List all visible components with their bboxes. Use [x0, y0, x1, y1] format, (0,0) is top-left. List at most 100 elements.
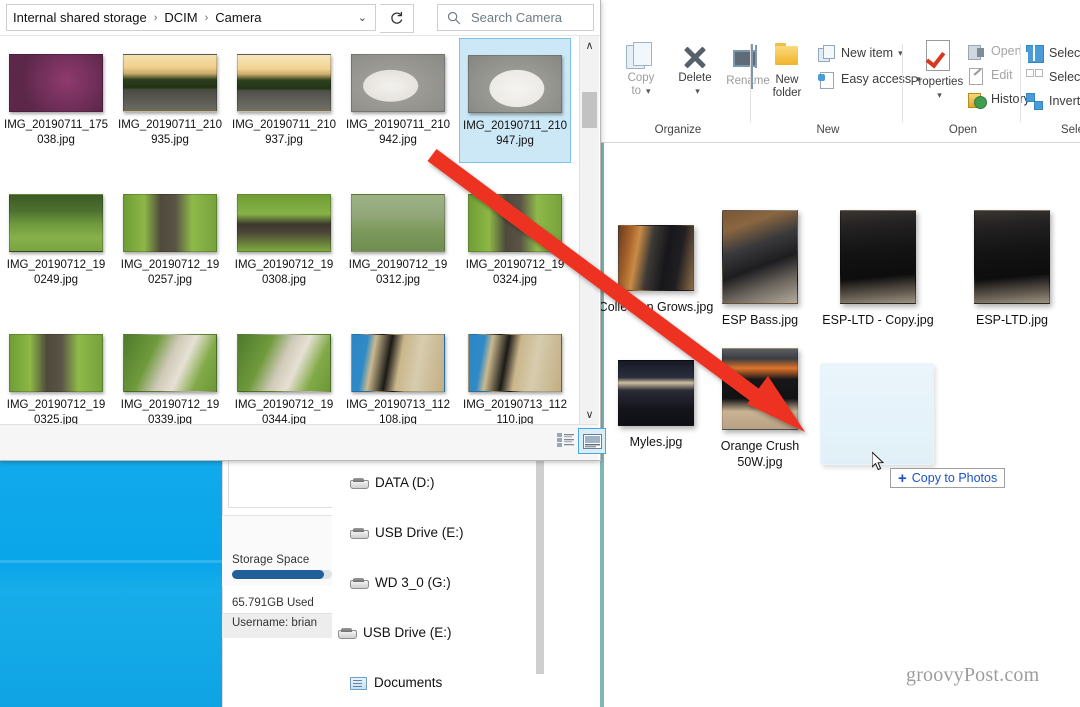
select-all-label: Select [1049, 46, 1080, 60]
ribbon-group-open: Properties ▾ Open ▾ Edit History Open [906, 38, 1031, 138]
file-item[interactable]: IMG_20190711_210947.jpg [459, 38, 571, 163]
file-item[interactable]: IMG_20190712_190339.jpg [114, 318, 226, 424]
large-icons-view-button[interactable] [578, 428, 606, 454]
ribbon-tab-strip [600, 0, 1080, 36]
nav-tree-item[interactable]: USB Drive (E:) [332, 520, 542, 545]
file-grid-scrollbar[interactable]: ∧ ∨ [579, 36, 599, 424]
search-box[interactable]: Search Camera [437, 4, 594, 31]
details-view-button[interactable] [552, 428, 578, 452]
thumbnail-image [351, 54, 445, 112]
right-file-item[interactable]: Collection Grows.jpg [596, 225, 716, 315]
breadcrumb-separator-1: › [204, 11, 209, 24]
file-name-label: IMG_20190712_190325.jpg [6, 399, 106, 424]
easy-access-icon [818, 71, 835, 89]
delete-caret-icon[interactable]: ▾ [695, 85, 700, 98]
history-icon [968, 91, 987, 109]
file-name-label: IMG_20190712_190339.jpg [120, 399, 220, 424]
copy-to-caret-icon[interactable]: ▾ [646, 86, 651, 96]
storage-progress-fill [232, 570, 324, 579]
ribbon-divider [750, 44, 751, 122]
select-none-label: Select [1049, 70, 1080, 84]
select-all-button[interactable]: Select [1026, 42, 1080, 64]
thumbnail-image [9, 54, 103, 112]
scroll-up-arrow-icon[interactable]: ∧ [580, 36, 599, 55]
scroll-down-arrow-icon[interactable]: ∨ [580, 405, 599, 424]
right-file-name-label: ESP-LTD.jpg [975, 313, 1048, 327]
thumbnail-image [237, 334, 331, 392]
breadcrumb-item-2[interactable]: Camera [215, 10, 261, 25]
file-item[interactable]: IMG_20190712_190308.jpg [228, 178, 340, 303]
search-icon [447, 11, 461, 24]
file-name-label: IMG_20190712_190324.jpg [465, 259, 565, 286]
right-file-item[interactable]: ESP-LTD.jpg [952, 210, 1072, 328]
properties-caret-icon[interactable]: ▾ [937, 89, 942, 102]
open-button[interactable]: Open ▾ [968, 40, 1031, 62]
right-file-name-label: Orange Crush 50W.jpg [720, 439, 800, 469]
new-item-button[interactable]: New item ▾ [818, 42, 903, 64]
ribbon-group-open-title: Open [948, 124, 978, 136]
file-name-label: IMG_20190711_210935.jpg [118, 119, 223, 146]
right-file-item[interactable]: ESP Bass.jpg [700, 210, 820, 328]
right-thumbnail-image [840, 210, 916, 304]
file-item[interactable]: IMG_20190712_190344.jpg [228, 318, 340, 424]
navigation-pane[interactable]: Local Disk (C:)DATA (D:)USB Drive (E:)WD… [332, 430, 542, 707]
select-none-button[interactable]: Select [1026, 66, 1080, 88]
file-item[interactable]: IMG_20190712_190312.jpg [342, 178, 454, 303]
file-item[interactable]: IMG_20190713_112110.jpg [459, 318, 571, 424]
copy-to-button[interactable]: Copy to ▾ [612, 42, 670, 98]
file-thumbnail [9, 186, 103, 252]
file-item[interactable]: IMG_20190713_112108.jpg [342, 318, 454, 424]
file-thumbnail [123, 46, 217, 112]
copy-to-icon [626, 42, 656, 72]
nav-tree-item[interactable]: DATA (D:) [332, 470, 542, 495]
chevron-down-icon[interactable]: ⌄ [358, 11, 367, 24]
file-item[interactable]: IMG_20190712_190257.jpg [114, 178, 226, 303]
file-thumbnail [237, 46, 331, 112]
search-input-placeholder[interactable]: Search Camera [471, 10, 562, 25]
thumbnail-image [351, 194, 445, 252]
right-file-item[interactable]: Orange Crush 50W.jpg [700, 348, 820, 470]
navigation-pane-list[interactable]: Local Disk (C:)DATA (D:)USB Drive (E:)WD… [332, 430, 542, 707]
right-file-item[interactable]: ESP-LTD - Copy.jpg [818, 210, 938, 328]
ribbon-group-select: Select Select Invert s Sele [1024, 38, 1080, 138]
file-item[interactable]: IMG_20190711_210935.jpg [114, 38, 226, 163]
refresh-icon [391, 11, 403, 24]
breadcrumb-item-0[interactable]: Internal shared storage [13, 10, 147, 25]
photos-drop-target[interactable] [820, 363, 934, 465]
file-thumbnail [237, 326, 331, 392]
file-item[interactable]: IMG_20190712_190249.jpg [0, 178, 112, 303]
file-item[interactable]: IMG_20190712_190325.jpg [0, 318, 112, 424]
file-item[interactable]: IMG_20190712_190324.jpg [459, 178, 571, 303]
file-item[interactable]: IMG_20190711_210942.jpg [342, 38, 454, 163]
edit-button[interactable]: Edit [968, 64, 1013, 86]
new-folder-button[interactable]: New folder [758, 42, 816, 100]
nav-tree-item-label: DATA (D:) [375, 475, 435, 490]
scrollbar-thumb[interactable] [582, 92, 597, 128]
file-item[interactable]: IMG_20190711_175038.jpg [0, 38, 112, 163]
storage-progress-bar [232, 570, 332, 579]
breadcrumb-item-1[interactable]: DCIM [164, 10, 197, 25]
file-thumbnail [9, 46, 103, 112]
edit-label: Edit [991, 68, 1013, 82]
invert-selection-button[interactable]: Invert s [1026, 90, 1080, 112]
select-none-icon [1026, 68, 1043, 86]
nav-tree-item-label: USB Drive (E:) [363, 625, 452, 640]
nav-tree-item[interactable]: Documents [332, 670, 542, 695]
desktop-wallpaper [0, 448, 232, 707]
navigation-pane-scrollbar[interactable] [536, 452, 544, 674]
nav-tree-item[interactable]: USB Drive (E:) [332, 620, 542, 645]
file-grid[interactable]: IMG_20190711_175038.jpg IMG_20190711_2109… [0, 36, 578, 424]
refresh-button[interactable] [380, 4, 414, 33]
breadcrumb[interactable]: Internal shared storage › DCIM › Camera … [6, 4, 376, 31]
thumbnail-image [237, 194, 331, 252]
new-folder-label-line2: folder [772, 87, 802, 99]
file-thumbnail [351, 186, 445, 252]
properties-button[interactable]: Properties ▾ [906, 40, 968, 102]
right-file-item[interactable]: Myles.jpg [596, 360, 716, 450]
drive-icon [350, 477, 369, 489]
easy-access-label: Easy access [841, 72, 912, 86]
nav-tree-item[interactable]: WD 3_0 (G:) [332, 570, 542, 595]
file-item[interactable]: IMG_20190711_210937.jpg [228, 38, 340, 163]
thumbnail-image [351, 334, 445, 392]
right-thumbnail-image [618, 360, 694, 426]
